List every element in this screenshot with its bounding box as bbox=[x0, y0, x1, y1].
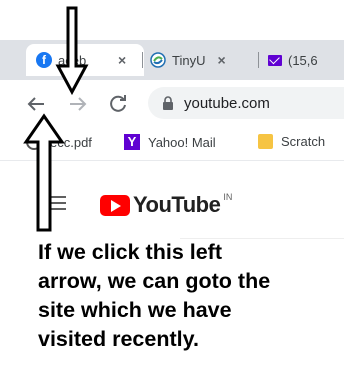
url-text: youtube.com bbox=[184, 94, 270, 112]
caption-line: visited recently. bbox=[38, 327, 199, 351]
tab-label: TinyU bbox=[172, 52, 206, 68]
tab-divider bbox=[258, 52, 259, 68]
tab-label: aceb bbox=[58, 52, 87, 68]
yahoo-mail-icon bbox=[268, 54, 282, 66]
bookmark-scratch[interactable]: Scratch bbox=[258, 134, 325, 149]
country-code: IN bbox=[223, 192, 233, 202]
youtube-play-icon bbox=[100, 194, 130, 216]
caption-line: arrow, we can goto the bbox=[38, 269, 271, 293]
caption-line: If we click this left bbox=[38, 240, 222, 264]
close-tab-icon[interactable]: × bbox=[118, 52, 126, 68]
divider bbox=[0, 160, 344, 161]
tab-yahoo-mail[interactable]: (15,6 bbox=[268, 44, 344, 76]
forward-arrow-icon[interactable] bbox=[66, 92, 90, 116]
youtube-logo[interactable]: YouTube IN bbox=[100, 192, 232, 218]
bookmark-label: Scratch bbox=[281, 134, 326, 149]
tab-tinyurl[interactable]: TinyU × bbox=[150, 44, 254, 76]
close-tab-icon[interactable]: × bbox=[217, 52, 225, 68]
youtube-logo-text: YouTube bbox=[133, 192, 221, 217]
annotation-caption: If we click this left arrow, we can goto… bbox=[38, 238, 344, 354]
facebook-icon: f bbox=[36, 52, 52, 68]
menu-icon[interactable] bbox=[46, 196, 66, 214]
folder-icon bbox=[258, 134, 273, 149]
caption-line: site which we have bbox=[38, 298, 232, 322]
tinyurl-icon bbox=[150, 52, 166, 68]
bookmark-ecc-pdf[interactable]: ecc.pdf bbox=[26, 134, 92, 150]
bookmark-label: Yahoo! Mail bbox=[148, 134, 216, 150]
yahoo-icon: Y bbox=[124, 134, 140, 150]
back-arrow-icon[interactable] bbox=[24, 92, 48, 116]
bookmark-yahoo-mail[interactable]: Y Yahoo! Mail bbox=[124, 134, 216, 150]
pdf-icon bbox=[26, 134, 42, 150]
address-bar[interactable]: youtube.com bbox=[148, 87, 344, 119]
tab-facebook[interactable]: f aceb × bbox=[26, 44, 144, 76]
reload-icon[interactable] bbox=[106, 92, 130, 116]
bookmarks-bar: ecc.pdf Y Yahoo! Mail Scratch bbox=[0, 128, 344, 158]
bookmark-label: ecc.pdf bbox=[50, 134, 92, 150]
tab-label: (15,6 bbox=[288, 52, 318, 68]
lock-icon bbox=[163, 96, 173, 110]
tab-divider bbox=[142, 52, 143, 68]
tab-strip: f aceb × TinyU × (15,6 bbox=[0, 40, 344, 80]
